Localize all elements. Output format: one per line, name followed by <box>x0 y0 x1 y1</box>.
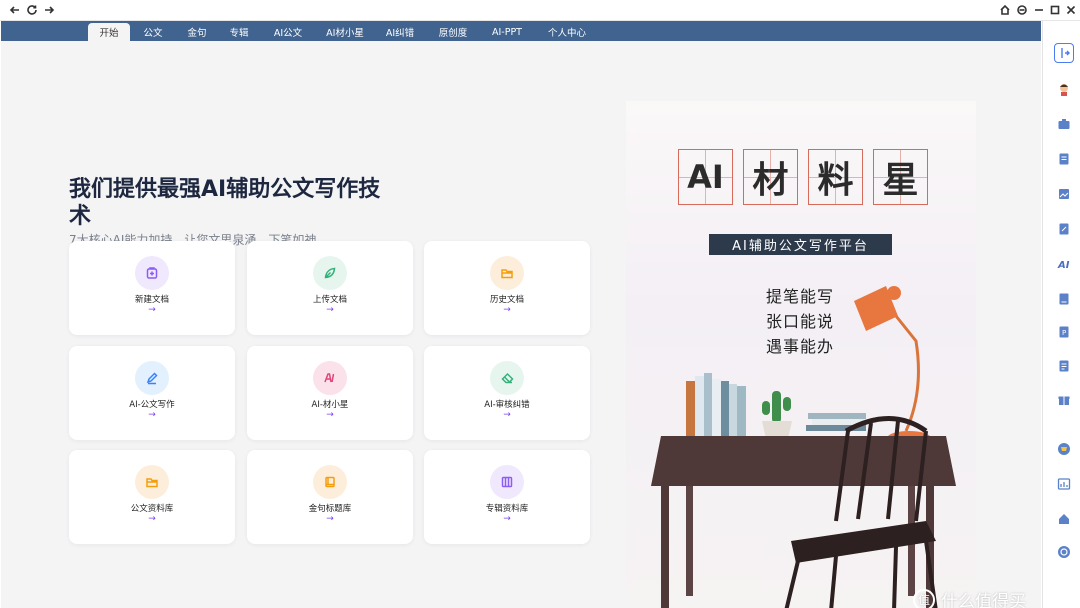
arrow-right-icon[interactable]: → <box>424 514 590 524</box>
tab-ai-jiucuo[interactable]: AI纠错 <box>380 23 420 41</box>
card-label: AI-审核纠错 <box>484 400 530 410</box>
arrow-right-icon[interactable]: → <box>69 305 235 315</box>
right-sidebar: AI P <box>1047 21 1080 608</box>
card-ai-review[interactable]: AI-审核纠错 → <box>424 346 590 440</box>
maximize-icon[interactable] <box>1047 2 1063 18</box>
list-icon[interactable] <box>1056 358 1072 374</box>
card-label: 上传文档 <box>312 295 347 305</box>
promo-poster: AI 材 料 星 AI辅助公文写作平台 提笔能写 张口能说 遇事能办 <box>626 101 976 608</box>
arrow-right-icon[interactable]: → <box>247 305 413 315</box>
power-icon[interactable] <box>1056 544 1072 560</box>
card-document-library[interactable]: 公文资料库 → <box>69 450 235 544</box>
book-icon <box>313 465 347 499</box>
close-icon[interactable] <box>1063 2 1079 18</box>
avatar-icon[interactable] <box>1056 81 1072 97</box>
book-icon[interactable] <box>1056 291 1072 307</box>
card-label: 历史文档 <box>489 295 524 305</box>
tab-ai-ppt[interactable]: AI-PPT <box>485 23 529 41</box>
forward-icon[interactable] <box>41 2 57 18</box>
gift-icon[interactable] <box>1056 392 1072 408</box>
tab-personal-center[interactable]: 个人中心 <box>541 23 593 41</box>
card-ai-writing[interactable]: AI-公文写作 → <box>69 346 235 440</box>
card-label: AI-材小星 <box>311 400 349 410</box>
card-label: 公文资料库 <box>130 504 174 514</box>
image-icon[interactable] <box>1056 186 1072 202</box>
card-quote-title-library[interactable]: 金句标题库 → <box>247 450 413 544</box>
columns-icon <box>490 465 524 499</box>
leaf-icon <box>313 256 347 290</box>
tab-ai-gongwen[interactable]: AI公文 <box>267 23 309 41</box>
folder-open-icon <box>135 465 169 499</box>
card-label: 金句标题库 <box>308 504 352 514</box>
folder-open-icon <box>490 256 524 290</box>
eraser-icon <box>490 361 524 395</box>
document-icon[interactable] <box>1056 151 1072 167</box>
briefcase-icon[interactable] <box>1056 116 1072 132</box>
network-icon[interactable] <box>1014 2 1030 18</box>
card-label: 专辑资料库 <box>485 504 529 514</box>
minimize-icon[interactable] <box>1031 2 1047 18</box>
svg-text:P: P <box>1062 329 1066 337</box>
card-new-document[interactable]: 新建文档 → <box>69 241 235 335</box>
back-icon[interactable] <box>7 2 23 18</box>
tab-start[interactable]: 开始 <box>88 23 130 41</box>
tab-zhuanji[interactable]: 专辑 <box>223 23 255 41</box>
ai-icon[interactable]: AI <box>1056 256 1072 272</box>
tab-jinju[interactable]: 金句 <box>181 23 213 41</box>
top-nav: 开始 公文 金句 专辑 AI公文 AI材小星 AI纠错 原创度 AI-PPT 个… <box>1 21 1041 41</box>
arrow-right-icon[interactable]: → <box>424 305 590 315</box>
arrow-right-icon[interactable]: → <box>247 514 413 524</box>
card-upload-document[interactable]: 上传文档 → <box>247 241 413 335</box>
watermark-text: 什么值得买 <box>941 592 1026 608</box>
card-ai-caixiaoxing[interactable]: AI-材小星 → <box>247 346 413 440</box>
tab-gongwen[interactable]: 公文 <box>137 23 169 41</box>
card-label: 新建文档 <box>134 295 169 305</box>
zhi-logo-icon: 值 <box>913 588 935 608</box>
tab-ai-caixiaoxing[interactable]: AI材小星 <box>319 23 371 41</box>
cart-icon[interactable] <box>1056 441 1072 457</box>
arrow-right-icon[interactable]: → <box>69 514 235 524</box>
home-icon[interactable] <box>997 2 1013 18</box>
file-plus-icon <box>135 256 169 290</box>
pen-icon <box>135 361 169 395</box>
watermark: 值 什么值得买 <box>913 587 1026 608</box>
card-label: AI-公文写作 <box>129 400 175 410</box>
write-icon[interactable] <box>1056 221 1072 237</box>
refresh-icon[interactable] <box>24 2 40 18</box>
scrollbar[interactable] <box>1042 21 1043 608</box>
p-icon[interactable]: P <box>1056 324 1072 340</box>
arrow-right-icon[interactable]: → <box>424 410 590 420</box>
hero-title: 我们提供最强AI辅助公文写作技术 <box>69 177 381 229</box>
chart-icon[interactable] <box>1056 476 1072 492</box>
browser-toolbar <box>0 0 1080 21</box>
card-album-library[interactable]: 专辑资料库 → <box>424 450 590 544</box>
desk-illustration <box>651 286 956 608</box>
ai-icon <box>313 361 347 395</box>
app-content: 开始 公文 金句 专辑 AI公文 AI材小星 AI纠错 原创度 AI-PPT 个… <box>1 21 1041 608</box>
home-icon[interactable] <box>1056 511 1072 527</box>
card-history-document[interactable]: 历史文档 → <box>424 241 590 335</box>
sidebar-toggle-icon[interactable] <box>1054 43 1074 63</box>
arrow-right-icon[interactable]: → <box>247 410 413 420</box>
tab-yuanchuangdu[interactable]: 原创度 <box>432 23 474 41</box>
arrow-right-icon[interactable]: → <box>69 410 235 420</box>
svg-text:AI: AI <box>1057 260 1070 271</box>
